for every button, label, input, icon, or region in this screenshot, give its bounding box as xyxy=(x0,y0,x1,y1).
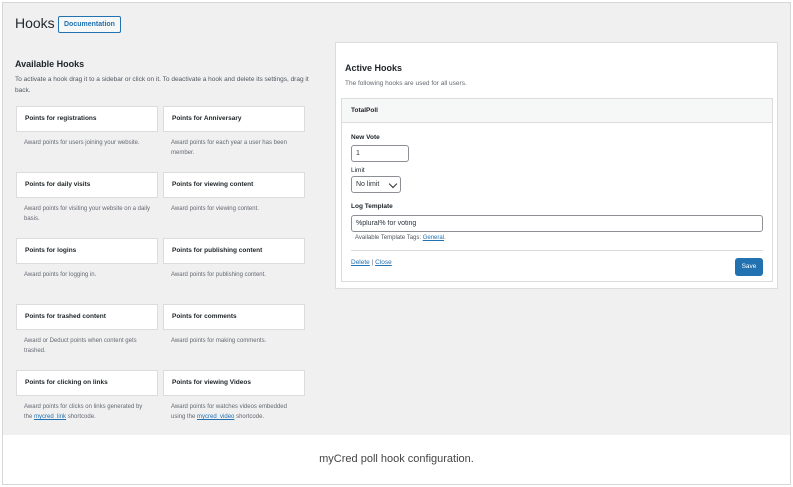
mycred-video-shortcode-link[interactable]: mycred_video xyxy=(197,414,234,420)
active-hooks-title: Active Hooks xyxy=(345,63,403,73)
hook-card-comments[interactable]: Points for comments xyxy=(163,304,305,330)
new-vote-input[interactable] xyxy=(351,145,409,162)
widget-title: TotalPoll xyxy=(351,107,378,114)
hook-card-title: Points for clicking on links xyxy=(25,379,108,386)
limit-select-value: No limit xyxy=(356,181,380,188)
save-button[interactable]: Save xyxy=(735,258,763,276)
available-hooks-title: Available Hooks xyxy=(15,59,85,69)
new-vote-label: New Vote xyxy=(351,134,380,141)
hook-description: Award points for making comments. xyxy=(171,338,267,344)
hook-description: Award points for viewing content. xyxy=(171,206,259,212)
hook-card-title: Points for viewing content xyxy=(172,181,254,188)
log-template-input[interactable] xyxy=(351,215,763,232)
mycred-link-shortcode-link[interactable]: mycred_link xyxy=(34,414,66,420)
hook-description: Award points for each year a user has be… xyxy=(171,140,287,156)
hook-description-text: shortcode. xyxy=(236,414,265,420)
hook-description: Award points for visiting your website o… xyxy=(24,206,150,222)
available-hooks-description: To activate a hook drag it to a sidebar … xyxy=(15,76,309,94)
hook-card-title: Points for logins xyxy=(25,247,77,254)
widget-header[interactable]: TotalPoll xyxy=(342,99,772,123)
totalpoll-hook-widget: TotalPoll New Vote Limit No limit Log Te… xyxy=(341,98,773,282)
figure-caption: myCred poll hook configuration. xyxy=(319,453,474,465)
hook-card-viewing-content[interactable]: Points for viewing content xyxy=(163,172,305,198)
hook-description: Award points for logging in. xyxy=(24,272,97,278)
hook-description: Award or Deduct points when content gets… xyxy=(24,338,137,354)
page-title: Hooks xyxy=(15,15,55,31)
hook-card-registrations[interactable]: Points for registrations xyxy=(16,106,158,132)
hook-card-logins[interactable]: Points for logins xyxy=(16,238,158,264)
hook-card-title: Points for comments xyxy=(172,313,237,320)
hook-description: Award points for users joining your webs… xyxy=(24,140,140,146)
close-link[interactable]: Close xyxy=(375,259,392,266)
widget-actions: Delete | Close xyxy=(351,259,392,266)
delete-link[interactable]: Delete xyxy=(351,259,370,266)
hook-card-title: Points for daily visits xyxy=(25,181,91,188)
documentation-button[interactable]: Documentation xyxy=(58,16,121,33)
action-separator: | xyxy=(371,259,374,266)
hook-description: Award points for watches videos embedded… xyxy=(171,402,299,422)
log-template-label: Log Template xyxy=(351,203,393,210)
template-tags-suffix: . xyxy=(444,235,446,241)
hook-description: Award points for publishing content. xyxy=(171,272,266,278)
available-template-tags: Available Template Tags: General. xyxy=(355,235,446,241)
hook-card-viewing-videos[interactable]: Points for viewing Videos xyxy=(163,370,305,396)
general-tags-link[interactable]: General xyxy=(423,235,444,241)
hooks-admin-screen: Hooks Documentation Available Hooks To a… xyxy=(3,3,790,435)
hook-card-title: Points for Anniversary xyxy=(172,115,242,122)
hook-card-trashed-content[interactable]: Points for trashed content xyxy=(16,304,158,330)
hook-card-title: Points for publishing content xyxy=(172,247,263,254)
hook-card-title: Points for trashed content xyxy=(25,313,106,320)
template-tags-prefix: Available Template Tags: xyxy=(355,235,422,241)
hook-description-text: shortcode. xyxy=(67,414,96,420)
active-hooks-panel: Active Hooks The following hooks are use… xyxy=(335,42,778,289)
hook-card-daily-visits[interactable]: Points for daily visits xyxy=(16,172,158,198)
hook-card-title: Points for registrations xyxy=(25,115,97,122)
hook-card-clicking-links[interactable]: Points for clicking on links xyxy=(16,370,158,396)
limit-label: Limit xyxy=(351,167,365,174)
hook-card-publishing-content[interactable]: Points for publishing content xyxy=(163,238,305,264)
chevron-down-icon xyxy=(388,179,398,189)
hook-description: Award points for clicks on links generat… xyxy=(24,402,152,422)
hook-card-anniversary[interactable]: Points for Anniversary xyxy=(163,106,305,132)
divider xyxy=(351,250,763,251)
hook-card-title: Points for viewing Videos xyxy=(172,379,251,386)
active-hooks-description: The following hooks are used for all use… xyxy=(345,80,467,87)
limit-select[interactable]: No limit xyxy=(351,176,401,193)
